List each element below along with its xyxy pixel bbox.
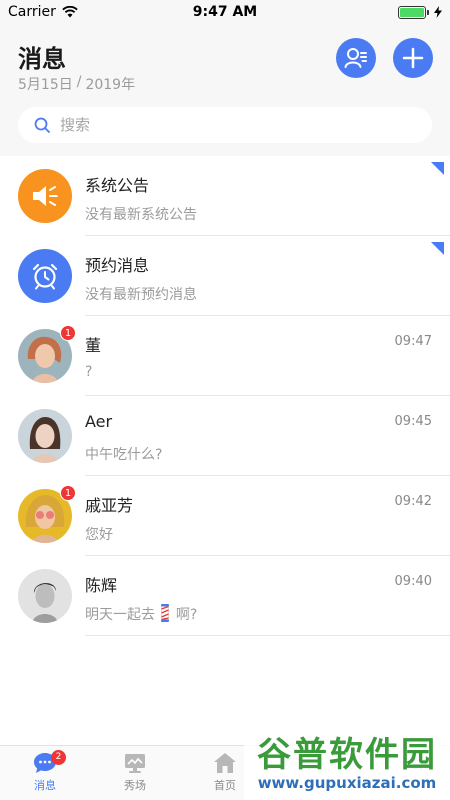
year-text: 2019年: [85, 77, 136, 93]
avatar: [18, 409, 72, 463]
page-title: 消息: [18, 45, 66, 73]
contacts-icon: [344, 48, 367, 68]
tab-messages[interactable]: 2 消息: [0, 746, 90, 800]
date-text: 5月15日: [18, 77, 73, 93]
message-preview: 没有最新系统公告: [85, 207, 197, 223]
message-list: 系统公告 没有最新系统公告 预约消息 没有最新预约消息 1 董 ? 09:47 …: [0, 156, 450, 636]
status-bar: Carrier 9:47 AM: [0, 0, 450, 24]
message-name: Aer: [85, 412, 113, 431]
plus-icon: [402, 47, 424, 69]
status-time: 9:47 AM: [192, 4, 258, 20]
battery-icon: [398, 5, 429, 19]
message-name: 陈辉: [85, 576, 118, 595]
watermark-title: 谷普软件园: [257, 735, 437, 775]
preview-text: 明天一起去: [85, 607, 155, 623]
date-separator: /: [76, 74, 82, 90]
message-name: 董: [85, 336, 102, 355]
message-item-contact[interactable]: 1 戚亚芳 您好 09:42: [0, 476, 450, 556]
message-item-system-notice[interactable]: 系统公告 没有最新系统公告: [0, 156, 450, 236]
add-button[interactable]: [393, 38, 433, 78]
message-name: 戚亚芳: [85, 496, 134, 515]
message-item-contact[interactable]: 1 董 ? 09:47: [0, 316, 450, 396]
message-time: 09:47: [394, 334, 432, 349]
watermark-logo: 谷普软件园 www.gupuxiazai.com: [244, 728, 450, 800]
tab-label: 秀场: [124, 779, 146, 792]
person-avatar-icon: [29, 417, 61, 463]
message-time: 09:45: [394, 414, 432, 429]
tab-label: 首页: [214, 779, 236, 792]
watermark-url: www.gupuxiazai.com: [257, 774, 437, 792]
barber-pole-icon: [161, 604, 170, 622]
corner-marker: [431, 162, 444, 175]
tab-label: 消息: [34, 779, 56, 792]
avatar: [18, 169, 72, 223]
search-bar[interactable]: [18, 107, 432, 143]
message-time: 09:40: [394, 574, 432, 589]
message-time: 09:42: [394, 494, 432, 509]
message-preview: 您好: [85, 527, 113, 543]
avatar: [18, 249, 72, 303]
message-item-contact[interactable]: Aer 中午吃什么? 09:45: [0, 396, 450, 476]
message-preview: 没有最新预约消息: [85, 287, 197, 303]
search-icon: [34, 117, 50, 133]
corner-marker: [431, 242, 444, 255]
search-input[interactable]: [60, 116, 390, 134]
message-name: 预约消息: [85, 256, 150, 275]
divider: [85, 635, 450, 636]
speaker-icon: [33, 186, 58, 206]
message-preview: ?: [85, 364, 93, 380]
avatar: [18, 569, 72, 623]
unread-badge: 1: [60, 485, 76, 501]
showcase-icon: [125, 754, 145, 773]
alarm-clock-icon: [32, 263, 58, 290]
message-preview: 明天一起去 啊?: [85, 604, 197, 624]
home-icon: [214, 753, 236, 773]
person-avatar-icon: [32, 582, 58, 623]
unread-badge: 1: [60, 325, 76, 341]
message-name: 系统公告: [85, 176, 150, 195]
page-header: 消息 5月15日 / 2019年: [0, 24, 450, 156]
preview-suffix: 啊?: [175, 607, 198, 623]
contacts-button[interactable]: [336, 38, 376, 78]
message-item-contact[interactable]: 陈辉 明天一起去 啊? 09:40: [0, 556, 450, 636]
message-item-appointment[interactable]: 预约消息 没有最新预约消息: [0, 236, 450, 316]
message-preview: 中午吃什么?: [85, 447, 163, 463]
date-line: 5月15日 / 2019年: [18, 74, 135, 94]
tab-showcase[interactable]: 秀场: [90, 746, 180, 800]
tab-badge: 2: [51, 750, 66, 765]
